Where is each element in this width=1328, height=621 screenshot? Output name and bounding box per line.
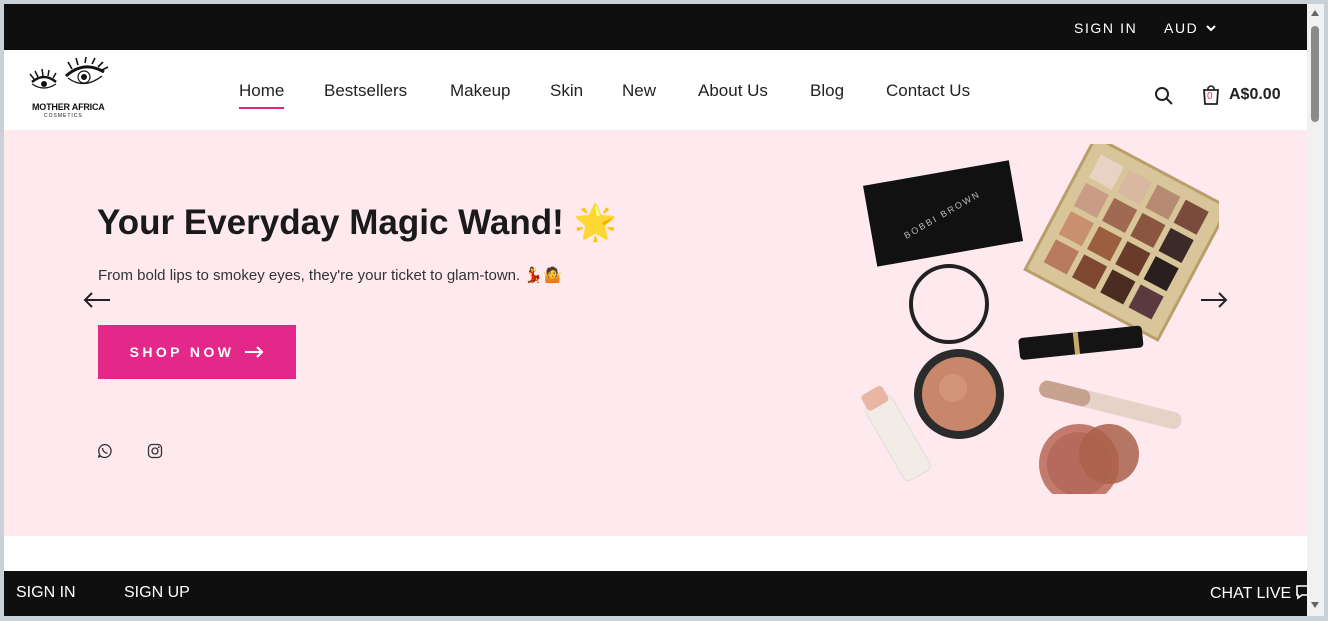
- currency-selector[interactable]: AUD: [1164, 20, 1217, 36]
- site-header: MOTHER AFRICA COSMETICS Home Bestsellers…: [4, 50, 1307, 130]
- chat-bubble-icon: [1295, 585, 1307, 600]
- nav-home[interactable]: Home: [239, 81, 285, 109]
- nav-about-us[interactable]: About Us: [698, 81, 768, 101]
- scroll-thumb[interactable]: [1311, 26, 1319, 122]
- nav-contact-us[interactable]: Contact Us: [886, 81, 970, 101]
- arrow-left-icon[interactable]: [82, 290, 112, 310]
- nav-skin[interactable]: Skin: [550, 81, 583, 101]
- bottom-signup-link[interactable]: SIGN UP: [124, 584, 190, 602]
- chevron-down-icon: [1206, 25, 1217, 32]
- instagram-icon[interactable]: [147, 443, 163, 459]
- whatsapp-icon[interactable]: [97, 443, 113, 459]
- cart-total[interactable]: A$0.00: [1229, 86, 1281, 104]
- chat-live-button[interactable]: CHAT LIVE: [1210, 584, 1307, 603]
- currency-label: AUD: [1164, 20, 1199, 36]
- eyelash-logo-icon: [29, 56, 109, 89]
- cart-button[interactable]: 0: [1201, 84, 1221, 106]
- hero-product-image: BOBBI BROWN: [861, 144, 1219, 494]
- arrow-right-icon: [245, 346, 264, 358]
- page-scrollbar[interactable]: [1307, 4, 1324, 616]
- nav-bestsellers[interactable]: Bestsellers: [324, 81, 407, 101]
- brand-logo[interactable]: MOTHER AFRICA COSMETICS: [28, 56, 110, 120]
- chat-live-label: CHAT LIVE: [1210, 585, 1292, 602]
- brand-name: MOTHER AFRICA: [32, 102, 105, 112]
- bottom-bar: SIGN IN SIGN UP CHAT LIVE: [4, 571, 1307, 616]
- brand-tagline: COSMETICS: [44, 113, 83, 119]
- nav-blog[interactable]: Blog: [810, 81, 844, 101]
- search-icon[interactable]: [1154, 86, 1174, 106]
- nav-new[interactable]: New: [622, 81, 656, 101]
- cart-count: 0: [1207, 91, 1213, 102]
- shop-now-label: SHOP NOW: [129, 344, 235, 360]
- top-signin-link[interactable]: SIGN IN: [1074, 20, 1137, 36]
- hero-subtitle: From bold lips to smokey eyes, they're y…: [98, 267, 562, 284]
- scroll-down-arrow-icon[interactable]: [1311, 602, 1319, 608]
- shop-now-button[interactable]: SHOP NOW: [98, 325, 296, 379]
- bottom-signin-link[interactable]: SIGN IN: [16, 584, 76, 602]
- scroll-up-arrow-icon[interactable]: [1311, 10, 1319, 16]
- hero-slider: Your Everyday Magic Wand! 🌟 From bold li…: [4, 130, 1307, 536]
- browser-viewport: SIGN IN AUD MOTHER AFRICA COSMETICS Home…: [4, 4, 1307, 616]
- nav-makeup[interactable]: Makeup: [450, 81, 510, 101]
- top-utility-bar: SIGN IN AUD: [4, 4, 1307, 50]
- hero-title: Your Everyday Magic Wand! 🌟: [97, 203, 618, 242]
